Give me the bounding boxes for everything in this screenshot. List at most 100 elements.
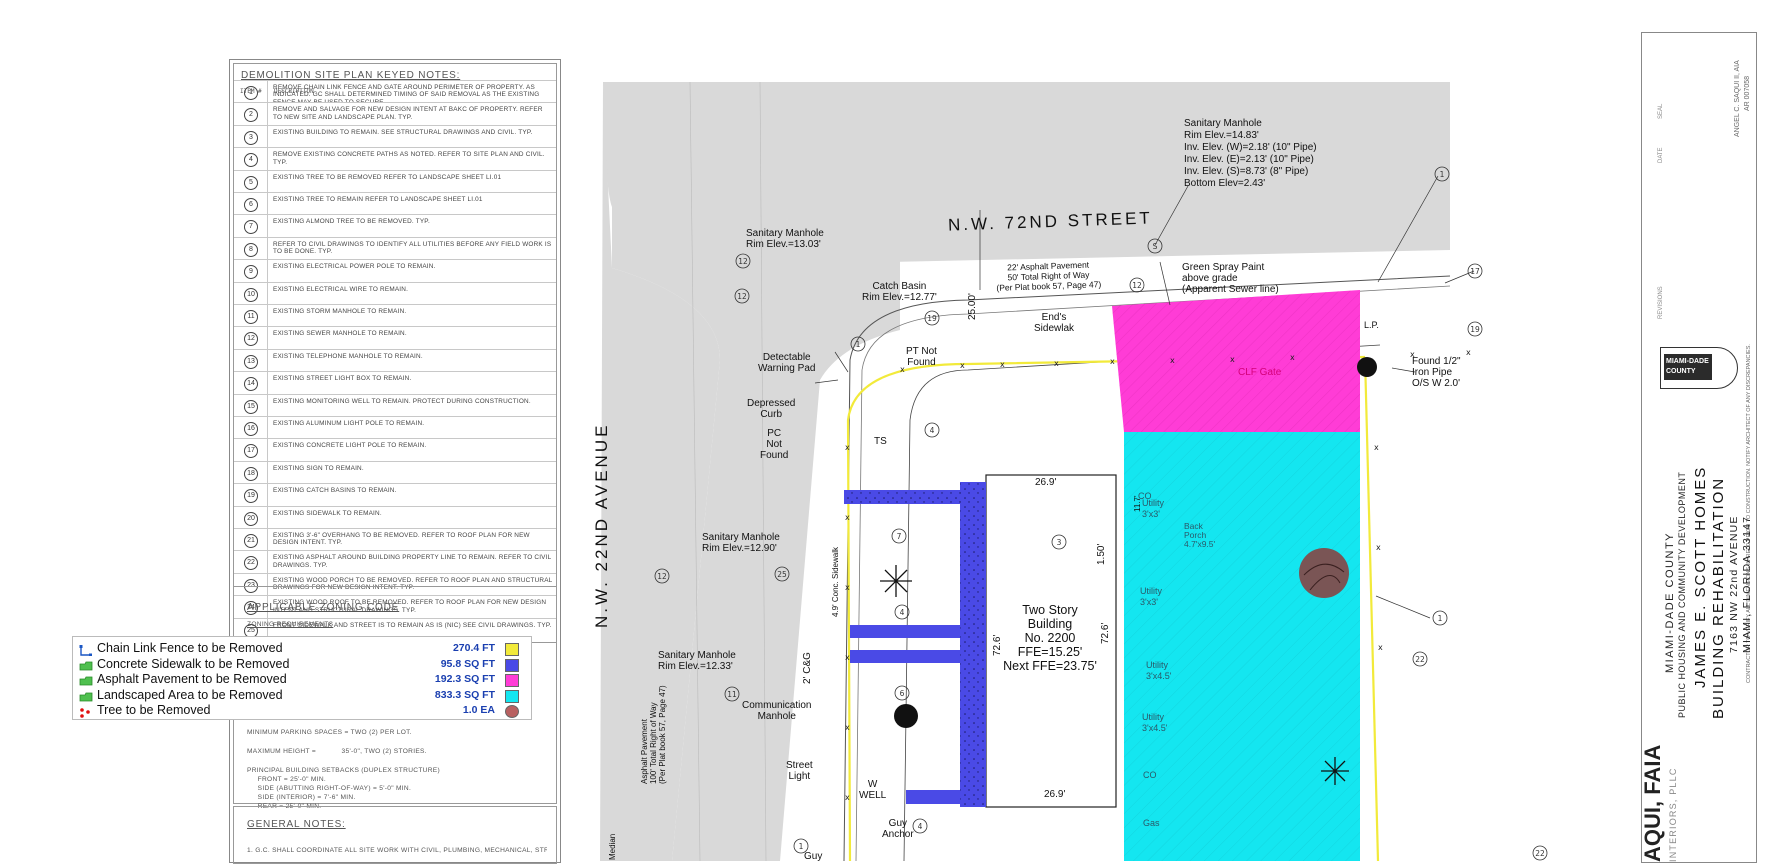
keyed-note-text: EXISTING ELECTRICAL WIRE TO REMAIN. — [273, 285, 409, 293]
area-tag-icon — [79, 659, 93, 670]
legend: Chain Link Fence to be Removed 270.4 FT Co… — [72, 636, 532, 720]
zoning-title: APPLICABLE ZONING CODE — [247, 602, 400, 613]
legend-row: Chain Link Fence to be Removed 270.4 FT — [79, 641, 525, 657]
svg-text:12: 12 — [1132, 281, 1142, 290]
dimension-150: 1.50' — [1096, 543, 1107, 565]
pt-not-found-label: PT Not Found — [906, 346, 937, 368]
keyed-note-text: EXISTING MONITORING WELL TO REMAIN. PROT… — [273, 397, 531, 405]
keyed-note-row: 9 EXISTING ELECTRICAL POWER POLE TO REMAI… — [234, 259, 556, 281]
keyed-note-row: 8 REFER TO CIVIL DRAWINGS TO IDENTIFY ALL… — [234, 236, 556, 259]
legend-value: 192.3 SQ FT — [434, 673, 495, 685]
svg-text:19: 19 — [1470, 325, 1480, 334]
legend-row: Concrete Sidewalk to be Removed 95.8 SQ F… — [79, 657, 525, 672]
firm-name: AQUI, FAIA — [1640, 744, 1665, 862]
keyed-note-number: 10 — [244, 287, 258, 302]
legend-swatch — [505, 689, 519, 703]
keyed-note-row: 15 EXISTING MONITORING WELL TO REMAIN. PR… — [234, 393, 556, 416]
svg-text:25: 25 — [777, 570, 787, 579]
svg-text:x: x — [1290, 353, 1295, 362]
svg-text:x: x — [1110, 357, 1115, 366]
keyed-note-row: 1 REMOVE CHAIN LINK FENCE AND GATE AROUND… — [234, 80, 556, 102]
back-porch-label: Back Porch 4.7'x9.5' — [1184, 521, 1216, 549]
keyed-note-number: 2 — [244, 108, 258, 123]
utility-label-2: Utility 3'x3' — [1140, 586, 1162, 607]
keyed-note-number: 8 — [244, 242, 258, 257]
legend-label: Tree to be Removed — [97, 703, 211, 717]
keyed-note-number: 11 — [244, 310, 258, 324]
svg-text:x: x — [1054, 359, 1059, 368]
keyed-note-text: EXISTING TELEPHONE MANHOLE TO REMAIN. — [273, 352, 423, 360]
zoning-line: MINIMUM PARKING SPACES = TWO (2) PER LOT… — [247, 729, 412, 736]
keyed-note-text: EXISTING SEWER MANHOLE TO REMAIN. — [273, 330, 407, 338]
keyed-note-row: 2 REMOVE AND SALVAGE FOR NEW DESIGN INTEN… — [234, 102, 556, 124]
keyed-note-text: EXISTING TREE TO BE REMOVED REFER TO LAN… — [273, 173, 502, 181]
svg-text:1: 1 — [856, 340, 861, 349]
svg-text:x: x — [845, 443, 850, 452]
legend-value: 1.0 EA — [462, 704, 495, 716]
fence-line-icon — [79, 643, 93, 657]
keyed-note-text: EXISTING BUILDING TO REMAIN. SEE STRUCTU… — [273, 128, 533, 136]
legend-label: Chain Link Fence to be Removed — [97, 641, 283, 655]
chain-link-fence-line-east — [1363, 356, 1380, 861]
asphalt-22nd-label: Asphalt Pavement 100' Total Right of Way… — [640, 685, 667, 784]
median-label: Median — [608, 833, 617, 860]
keyed-note-number: 18 — [244, 466, 258, 481]
keyed-note-text: EXISTING SIDEWALK TO REMAIN. — [273, 509, 382, 517]
depressed-curb-label: Depressed Curb — [747, 398, 796, 420]
date-label: DATE — [1658, 147, 1664, 163]
area-tag-icon — [79, 690, 93, 701]
keyed-note-text: REMOVE AND SALVAGE FOR NEW DESIGN INTENT… — [273, 106, 543, 121]
keyed-note-text: EXISTING CONCRETE LIGHT POLE TO REMAIN. — [273, 442, 427, 450]
keyed-note-text: EXISTING TREE TO REMAIN REFER TO LANDSCA… — [273, 196, 483, 203]
keyed-note-row: 13 EXISTING TELEPHONE MANHOLE TO REMAIN. — [234, 348, 556, 371]
street-label-north: N.W. 72ND STREET — [947, 208, 1154, 235]
revisions-label: REVISIONS — [1658, 286, 1664, 319]
project-city: MIAMI, FLORIDA 33147 — [1741, 515, 1753, 653]
svg-text:6: 6 — [900, 689, 905, 698]
keyed-note-row: 5 EXISTING TREE TO BE REMOVED REFER TO LA… — [234, 169, 556, 192]
keyed-note-text: EXISTING ALUMINUM LIGHT POLE TO REMAIN. — [273, 420, 425, 427]
legend-value: 833.3 SQ FT — [434, 688, 495, 701]
zoning-line: PRINCIPAL BUILDING SETBACKS (DUPLEX STRU… — [247, 767, 440, 774]
keyed-notes-table: DEMOLITION SITE PLAN KEYED NOTES: ITEM #… — [233, 63, 557, 643]
svg-text:7: 7 — [897, 532, 902, 541]
legend-row: Landscaped Area to be Removed 833.3 SQ FT — [79, 688, 525, 703]
keyed-note-text: EXISTING CATCH BASINS TO REMAIN. — [273, 487, 397, 495]
svg-text:1: 1 — [1438, 614, 1443, 623]
cg-label: 2' C&G — [802, 652, 813, 684]
legend-swatch — [505, 658, 519, 672]
svg-text:4: 4 — [918, 822, 923, 831]
keyed-note-number: 15 — [244, 399, 258, 414]
svg-text:x: x — [845, 653, 850, 662]
sanitary-manhole-top-label: Sanitary Manhole Rim Elev.=14.83' Inv. E… — [1184, 118, 1317, 189]
keyed-note-text: EXISTING ELECTRICAL POWER POLE TO REMAIN… — [273, 263, 436, 271]
notes-panel: DEMOLITION SITE PLAN KEYED NOTES: ITEM #… — [229, 59, 561, 864]
keyed-note-text: EXISTING ASPHALT AROUND BUILDING PROPERT… — [273, 554, 552, 569]
general-notes-title: GENERAL NOTES: — [247, 819, 346, 830]
green-spray-label: Green Spray Paint above grade (Apparent … — [1182, 262, 1279, 295]
guy-label: Guy — [804, 851, 823, 862]
pc-not-found-label: PC Not Found — [760, 428, 789, 461]
gas-label: Gas — [1143, 818, 1160, 828]
keyed-note-row: 19 EXISTING CATCH BASINS TO REMAIN. — [234, 483, 556, 505]
ts-label: TS — [874, 436, 887, 447]
keyed-note-row: 20 EXISTING SIDEWALK TO REMAIN. — [234, 505, 556, 528]
svg-text:1: 1 — [799, 842, 804, 851]
county-logo: MIAMI-DADE COUNTY — [1660, 347, 1738, 389]
pavement-nw-72nd-street — [603, 82, 1450, 207]
utility-label-4: Utility 3'x4.5' — [1142, 712, 1168, 733]
keyed-note-number: 20 — [244, 511, 258, 526]
tree-symbol-remain — [894, 704, 918, 728]
keyed-note-row: 16 EXISTING ALUMINUM LIGHT POLE TO REMAIN… — [234, 416, 556, 438]
keyed-note-text: EXISTING 3'-6" OVERHANG TO BE REMOVED. R… — [273, 532, 530, 547]
keyed-note-row: 11 EXISTING STORM MANHOLE TO REMAIN. — [234, 304, 556, 326]
svg-text:x: x — [1378, 643, 1383, 652]
keyed-note-number: 4 — [244, 153, 258, 168]
lp-label: L.P. — [1364, 320, 1379, 330]
keyed-note-number: 14 — [244, 377, 258, 392]
svg-text:12: 12 — [738, 257, 748, 266]
keyed-note-text: EXISTING SIGN TO REMAIN. — [273, 464, 364, 472]
keyed-note-text: EXISTING ALMOND TREE TO BE REMOVED. TYP. — [273, 218, 430, 226]
svg-text:19: 19 — [927, 314, 937, 323]
keyed-note-number: 19 — [244, 489, 258, 504]
